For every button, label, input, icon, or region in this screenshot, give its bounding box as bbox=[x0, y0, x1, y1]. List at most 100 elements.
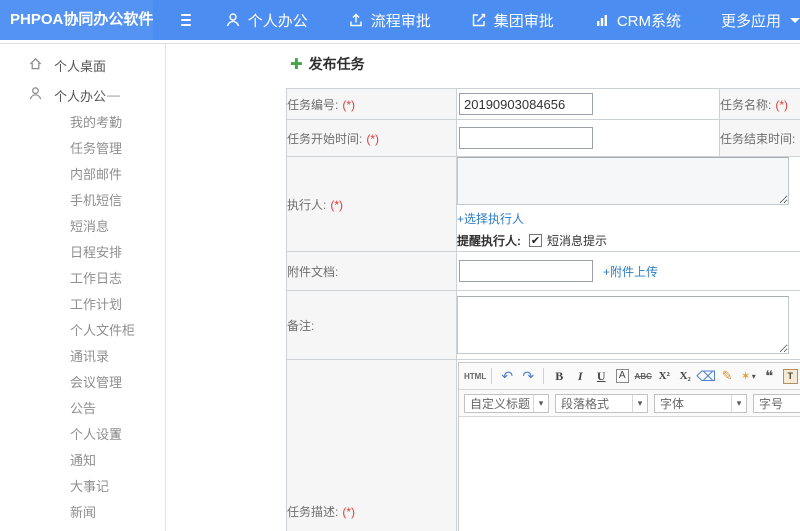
task-description-cell: HTML ↶ ↷ B I U A ABC X² X₂ ⌫ ✎ ✶ ▾ ❝ T 自… bbox=[456, 359, 800, 531]
nav-more-apps[interactable]: 更多应用 bbox=[721, 10, 800, 31]
required-mark: (*) bbox=[775, 97, 789, 112]
nav-group-approval[interactable]: 集团审批 bbox=[471, 10, 554, 31]
sms-remind-option-label: 短消息提示 bbox=[547, 234, 608, 248]
sidebar-item-personal-settings[interactable]: 个人设置 + bbox=[0, 422, 165, 448]
font-size-select[interactable]: 字号 ▾ bbox=[753, 393, 800, 413]
header-divider bbox=[0, 43, 800, 44]
user-icon bbox=[225, 12, 241, 28]
required-mark: (*) bbox=[330, 197, 344, 212]
undo-icon[interactable]: ↶ bbox=[497, 366, 517, 386]
start-time-cell bbox=[456, 119, 720, 157]
executor-label: 执行人: (*) bbox=[286, 156, 457, 252]
home-icon bbox=[28, 56, 43, 74]
caret-down-icon: ▾ bbox=[751, 371, 756, 381]
start-time-input[interactable] bbox=[459, 127, 593, 149]
expand-icon[interactable]: + bbox=[112, 422, 120, 448]
rich-text-editor: HTML ↶ ↷ B I U A ABC X² X₂ ⌫ ✎ ✶ ▾ ❝ T 自… bbox=[458, 362, 800, 531]
nav-crm[interactable]: CRM系统 bbox=[594, 10, 681, 31]
editor-toolbar-row-2: 自定义标题 ▾ 段落格式 ▾ 字体 ▾ 字号 ▾ bbox=[459, 390, 800, 417]
sidebar-item-short-message[interactable]: 短消息 bbox=[0, 214, 165, 240]
caret-down-icon: ▾ bbox=[632, 394, 647, 412]
sidebar-item-my-attendance[interactable]: 我的考勤 bbox=[0, 110, 165, 136]
sidebar-item-mobile-sms[interactable]: 手机短信 bbox=[0, 188, 165, 214]
bar-chart-icon bbox=[594, 12, 610, 28]
superscript-button[interactable]: X² bbox=[654, 366, 674, 386]
blockquote-icon[interactable]: ❝ bbox=[759, 366, 779, 386]
task-number-cell bbox=[456, 88, 720, 120]
nav-process-approval[interactable]: 流程审批 bbox=[348, 10, 431, 31]
table-row: 附件文档: +附件上传 bbox=[286, 251, 800, 291]
attachment-input[interactable] bbox=[459, 260, 593, 282]
task-number-input[interactable] bbox=[459, 93, 593, 115]
task-name-label: 任务名称: (*) bbox=[719, 88, 800, 120]
auto-typeset-button[interactable]: ✶ ▾ bbox=[738, 366, 758, 386]
executor-textarea[interactable] bbox=[457, 157, 789, 205]
sidebar-item-task-management[interactable]: 任务管理 bbox=[0, 136, 165, 162]
sidebar-item-personal-file-cabinet[interactable]: 个人文件柜 bbox=[0, 318, 165, 344]
required-mark: (*) bbox=[342, 97, 356, 112]
custom-title-select[interactable]: 自定义标题 ▾ bbox=[464, 393, 549, 413]
edit-square-icon bbox=[471, 12, 487, 28]
strikethrough-button[interactable]: ABC bbox=[633, 366, 653, 386]
sidebar-item-work-log[interactable]: 工作日志 bbox=[0, 266, 165, 292]
task-number-label: 任务编号: (*) bbox=[286, 88, 457, 120]
executor-cell: +选择执行人 提醒执行人: ✔ 短消息提示 bbox=[456, 156, 800, 252]
top-menu: 个人办公 流程审批 集团审批 CRM系统 更多应用 bbox=[225, 10, 800, 31]
remark-cell bbox=[456, 290, 800, 360]
paragraph-format-select[interactable]: 段落格式 ▾ bbox=[555, 393, 648, 413]
app-logo[interactable]: PHPOA协同办公软件 bbox=[0, 0, 154, 40]
font-family-select[interactable]: 字体 ▾ bbox=[654, 393, 747, 413]
sidebar-item-personal-office[interactable]: 个人办公 — bbox=[0, 80, 165, 110]
collapse-icon[interactable]: — bbox=[107, 88, 120, 103]
end-time-label: 任务结束时间:(*) bbox=[719, 119, 800, 157]
main-content: ✚ 发布任务 任务编号:(*) 任务名称:(*) 任务开始时间:(*) 任务结束 bbox=[167, 44, 800, 531]
page-title: ✚ 发布任务 bbox=[290, 55, 365, 73]
publish-task-form: 任务编号:(*) 任务名称:(*) 任务开始时间:(*) 任务结束时间:(*) bbox=[286, 88, 800, 531]
sidebar-item-announcement[interactable]: 公告 bbox=[0, 396, 165, 422]
caret-down-icon: ▾ bbox=[533, 394, 548, 412]
attachment-upload-link[interactable]: +附件上传 bbox=[603, 263, 658, 280]
sidebar-item-schedule[interactable]: 日程安排 bbox=[0, 240, 165, 266]
table-row: 执行人: (*) +选择执行人 提醒执行人: ✔ 短消息提示 bbox=[286, 156, 800, 252]
attachment-cell: +附件上传 bbox=[456, 251, 800, 291]
bold-button[interactable]: B bbox=[549, 366, 569, 386]
caret-down-icon: ▾ bbox=[731, 394, 746, 412]
sidebar-item-notification[interactable]: 通知 bbox=[0, 448, 165, 474]
remind-executor-label: 提醒执行人: bbox=[457, 234, 521, 248]
sidebar: 个人桌面 个人办公 — 我的考勤 任务管理 内部邮件 手机短信 短消息 日程安排… bbox=[0, 44, 166, 531]
menu-toggle-icon[interactable] bbox=[181, 14, 191, 26]
editor-content-area[interactable] bbox=[459, 417, 800, 531]
remark-label: 备注: bbox=[286, 290, 457, 360]
table-row: 备注: bbox=[286, 290, 800, 360]
sidebar-item-meeting-management[interactable]: 会议管理 bbox=[0, 370, 165, 396]
nav-personal-office[interactable]: 个人办公 bbox=[225, 10, 308, 31]
table-row: 任务描述: (*) HTML ↶ ↷ B I U A ABC X² X₂ ⌫ ✎… bbox=[286, 359, 800, 531]
table-row: 任务开始时间:(*) 任务结束时间:(*) bbox=[286, 119, 800, 157]
select-executor-link[interactable]: +选择执行人 bbox=[457, 212, 524, 226]
subscript-button[interactable]: X₂ bbox=[675, 366, 695, 386]
underline-button[interactable]: U bbox=[591, 366, 611, 386]
eraser-icon[interactable]: ⌫ bbox=[696, 366, 716, 386]
html-source-button[interactable]: HTML bbox=[464, 366, 486, 386]
paste-as-text-icon[interactable]: T bbox=[782, 368, 798, 384]
remark-textarea[interactable] bbox=[457, 296, 789, 354]
italic-button[interactable]: I bbox=[570, 366, 590, 386]
sidebar-item-internal-mail[interactable]: 内部邮件 bbox=[0, 162, 165, 188]
redo-icon[interactable]: ↷ bbox=[518, 366, 538, 386]
required-mark: (*) bbox=[342, 505, 356, 519]
editor-toolbar-row-1: HTML ↶ ↷ B I U A ABC X² X₂ ⌫ ✎ ✶ ▾ ❝ T bbox=[459, 363, 800, 390]
sidebar-item-contacts[interactable]: 通讯录 bbox=[0, 344, 165, 370]
format-brush-icon[interactable]: ✎ bbox=[717, 366, 737, 386]
sidebar-item-personal-desktop[interactable]: 个人桌面 bbox=[0, 50, 165, 80]
sms-remind-checkbox[interactable]: ✔ bbox=[529, 234, 542, 247]
process-approval-icon bbox=[348, 12, 364, 28]
sidebar-item-memorabilia[interactable]: 大事记 bbox=[0, 474, 165, 500]
table-row: 任务编号:(*) 任务名称:(*) bbox=[286, 88, 800, 120]
sidebar-item-news[interactable]: 新闻 bbox=[0, 500, 165, 526]
add-task-icon: ✚ bbox=[290, 55, 303, 73]
task-description-label: 任务描述: (*) bbox=[286, 359, 457, 531]
sidebar-item-work-plan[interactable]: 工作计划 bbox=[0, 292, 165, 318]
start-time-label: 任务开始时间: (*) bbox=[286, 119, 457, 157]
user-icon bbox=[28, 86, 43, 104]
font-border-button[interactable]: A bbox=[615, 369, 629, 383]
